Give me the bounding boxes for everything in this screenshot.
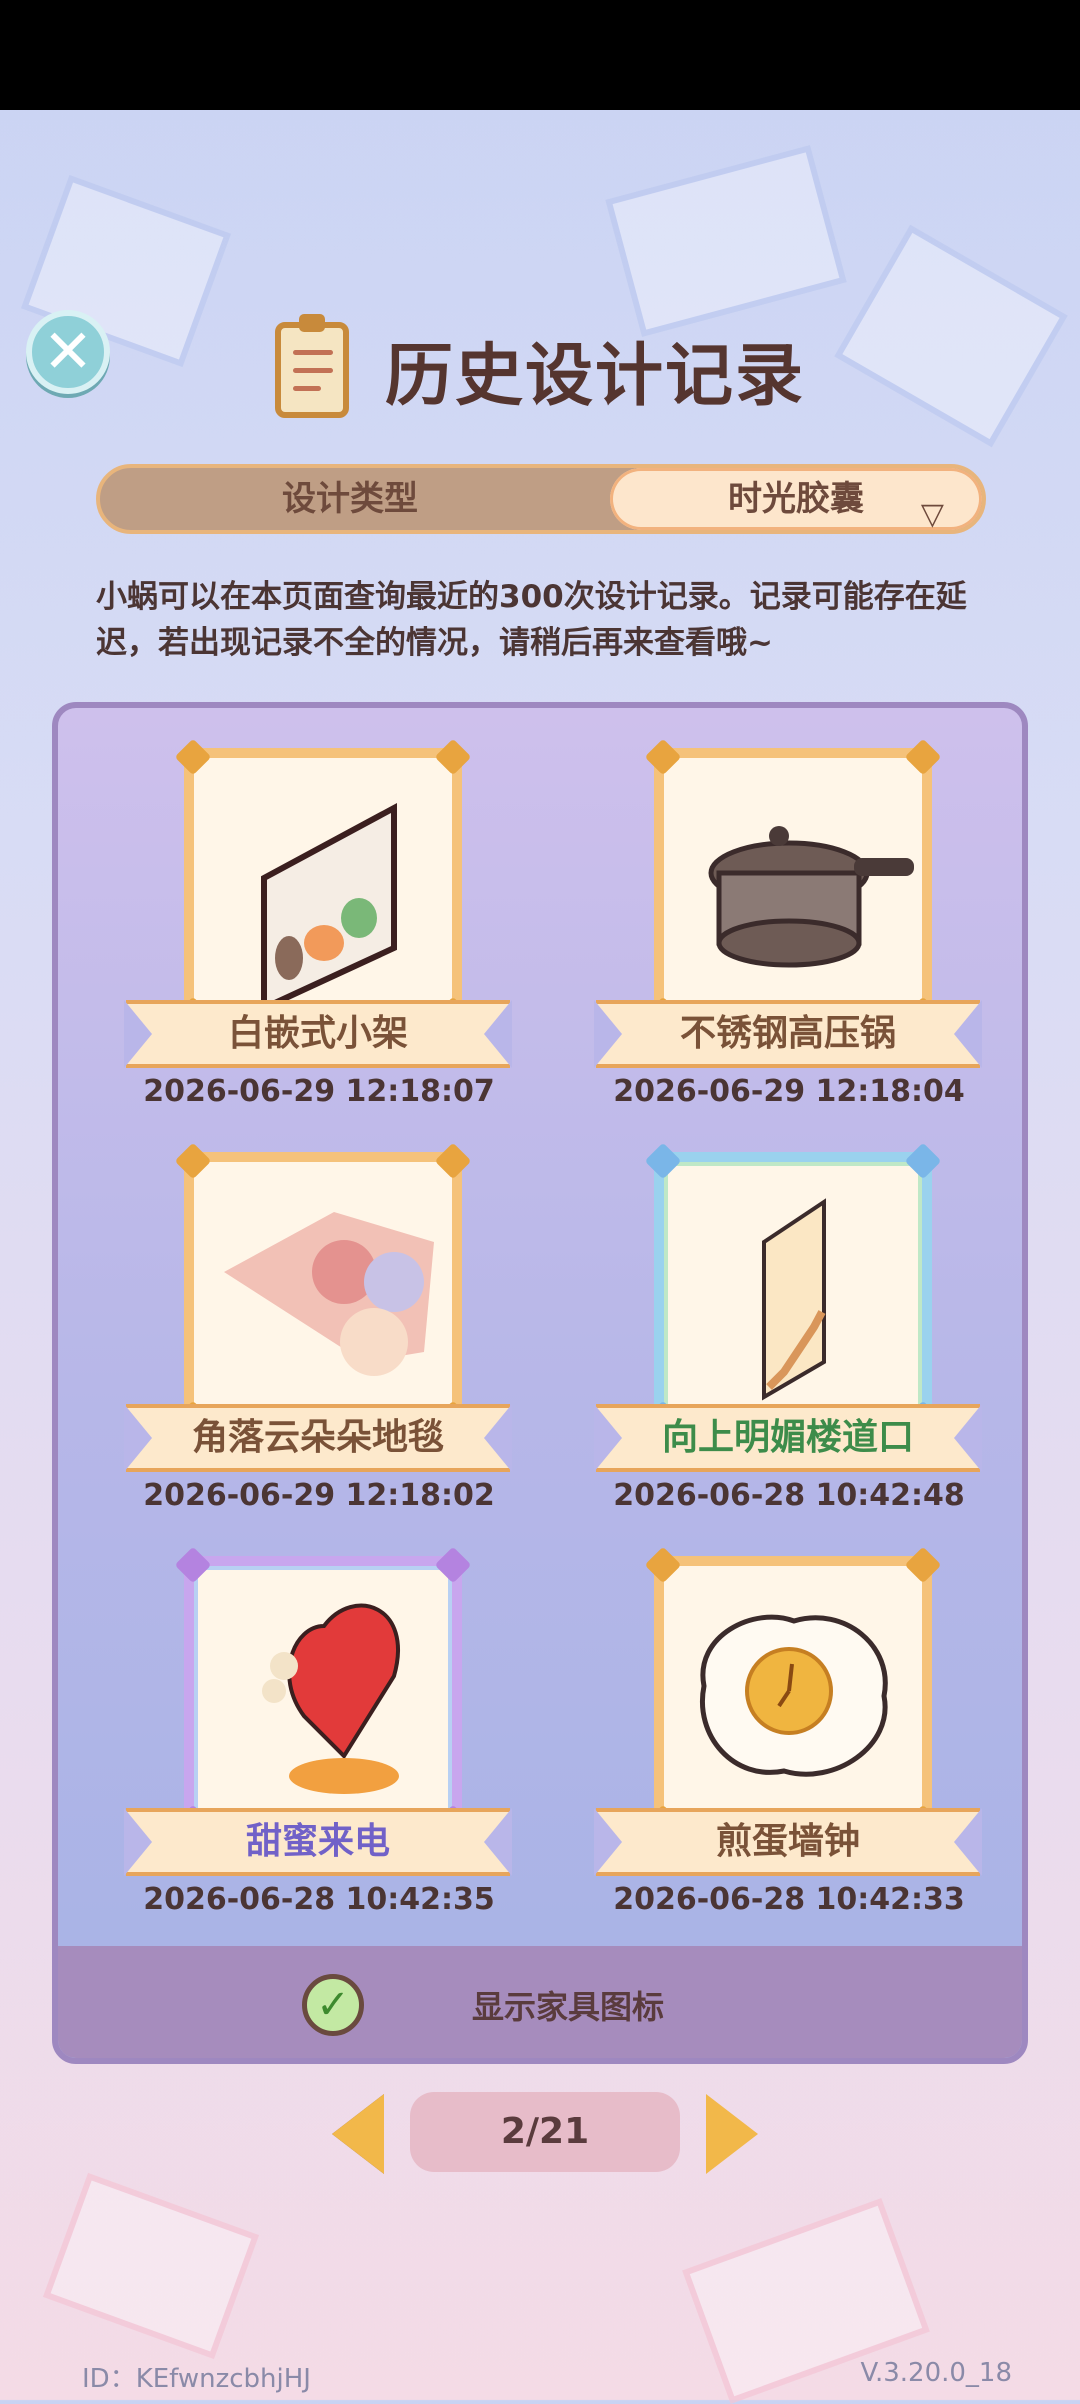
notice-text: 小蜗可以在本页面查询最近的300次设计记录。记录可能存在延迟，若出现记录不全的情… (96, 579, 967, 661)
item-date: 2026-06-28 10:42:35 (143, 1882, 495, 1917)
item-date: 2026-06-28 10:42:33 (613, 1882, 965, 1917)
cloud-rug-icon (224, 1212, 434, 1376)
title-bar: 历史设计记录 (0, 313, 1080, 419)
clipboard-icon (274, 313, 349, 418)
design-card[interactable]: 甜蜜来电 2026-06-28 10:42:35 (124, 1546, 514, 1966)
wall-shelf-icon (261, 802, 397, 1013)
page-indicator: 2/21 (410, 2092, 680, 2172)
history-grid-panel: 白嵌式小架 2026-06-29 12:18:07 不锈钢高压锅 2026-06… (52, 702, 1028, 2064)
item-frame (174, 1546, 472, 1842)
item-name-ribbon: 向上明媚楼道口 (594, 1404, 982, 1472)
item-name-ribbon: 角落云朵朵地毯 (124, 1404, 512, 1472)
item-name-ribbon: 白嵌式小架 (124, 1000, 512, 1068)
version-text: V.3.20.0_18 (860, 2358, 1012, 2388)
checkmark-icon: ✓ (316, 1982, 350, 2028)
item-date: 2026-06-28 10:42:48 (613, 1478, 965, 1513)
page-title: 历史设计记录 (384, 337, 805, 416)
panel-footer: ✓ 显示家具图标 (58, 1946, 1022, 2058)
user-id-text: ID：KEfwnzcbhjHJ (82, 2364, 311, 2394)
design-card[interactable]: 不锈钢高压锅 2026-06-29 12:18:04 (594, 738, 984, 1158)
heart-phone-icon (262, 1603, 400, 1794)
next-page-button[interactable] (706, 2094, 758, 2174)
tab-time-capsule[interactable]: 时光胶囊 ▽ (610, 468, 982, 530)
item-name-ribbon: 甜蜜来电 (124, 1808, 512, 1876)
prev-page-button[interactable] (332, 2094, 384, 2174)
tab-bar: 设计类型 时光胶囊 ▽ (96, 464, 986, 534)
item-name-ribbon: 不锈钢高压锅 (594, 1000, 982, 1068)
design-card[interactable]: 白嵌式小架 2026-06-29 12:18:07 (124, 738, 514, 1158)
show-icons-checkbox[interactable]: ✓ (302, 1974, 364, 2036)
pressure-cooker-icon (708, 826, 914, 968)
status-bar (0, 0, 1080, 110)
item-frame (644, 738, 942, 1034)
item-frame (174, 738, 472, 1034)
tab-time-capsule-label: 时光胶囊 (728, 479, 864, 519)
show-icons-label[interactable]: 显示家具图标 (472, 1982, 664, 2028)
stairway-door-icon (762, 1198, 826, 1401)
fried-egg-clock-icon (700, 1614, 888, 1777)
item-date: 2026-06-29 12:18:04 (613, 1074, 965, 1109)
item-frame (644, 1142, 942, 1438)
design-card[interactable]: 角落云朵朵地毯 2026-06-29 12:18:02 (124, 1142, 514, 1562)
item-name-ribbon: 煎蛋墙钟 (594, 1808, 982, 1876)
item-date: 2026-06-29 12:18:02 (143, 1478, 495, 1513)
background-shape (42, 2172, 260, 2360)
background-shape (605, 144, 847, 338)
design-card[interactable]: 煎蛋墙钟 2026-06-28 10:42:33 (594, 1546, 984, 1966)
item-date: 2026-06-29 12:18:07 (143, 1074, 495, 1109)
item-frame (174, 1142, 472, 1438)
tab-design-type[interactable]: 设计类型 (100, 468, 600, 530)
design-card[interactable]: 向上明媚楼道口 2026-06-28 10:42:48 (594, 1142, 984, 1562)
item-frame (644, 1546, 942, 1842)
triangle-down-icon[interactable]: ▽ (921, 484, 944, 530)
